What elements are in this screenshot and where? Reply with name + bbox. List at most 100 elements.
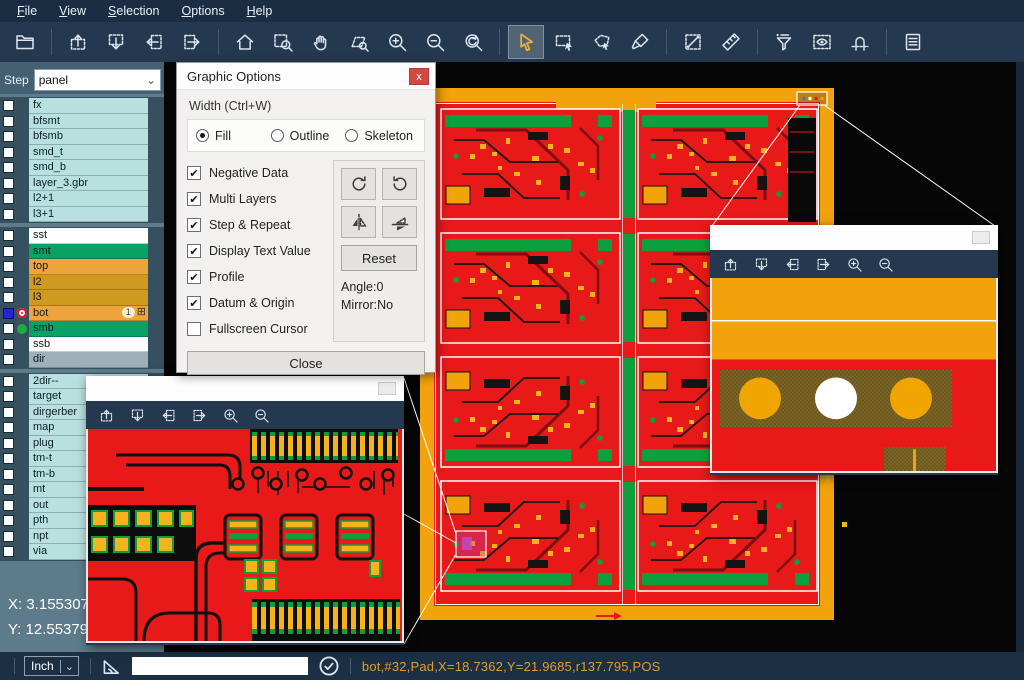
layer-visibility-checkbox[interactable]	[3, 422, 14, 433]
brush-button[interactable]	[623, 26, 657, 58]
popup-title-bar[interactable]	[86, 376, 404, 401]
layer-label[interactable]: bot1⊞	[29, 306, 148, 322]
popup-zoom-view[interactable]	[86, 429, 404, 643]
layer-label[interactable]: fx	[29, 98, 148, 114]
zoom-in-button[interactable]	[844, 253, 864, 275]
layer-visibility-checkbox[interactable]	[3, 469, 14, 480]
close-button[interactable]: Close	[187, 351, 425, 375]
grid-icon[interactable]: ⊞	[137, 307, 146, 318]
popup-title-bar[interactable]	[710, 225, 998, 250]
layer-visibility-checkbox[interactable]	[3, 147, 14, 158]
radio-outline[interactable]: Outline	[271, 129, 342, 143]
rotate-ccw-button[interactable]	[382, 168, 417, 200]
step-select[interactable]: panel ⌄	[34, 69, 161, 91]
layer-row-fx[interactable]: fx	[0, 98, 164, 114]
zoom-out-button[interactable]	[251, 404, 271, 426]
layer-visibility-checkbox[interactable]	[3, 308, 14, 319]
menu-file[interactable]: File	[6, 2, 48, 20]
select-polygon-button[interactable]	[585, 26, 619, 58]
snap-button[interactable]	[843, 26, 877, 58]
layer-row-bot[interactable]: bot1⊞	[0, 306, 164, 322]
measure-distance-button[interactable]	[676, 26, 710, 58]
layer-label[interactable]: l3	[29, 290, 148, 306]
ruler-button[interactable]	[714, 26, 748, 58]
checkbox-profile[interactable]: ✔Profile	[187, 264, 333, 290]
layer-visibility-checkbox[interactable]	[3, 323, 14, 334]
pan-right-button[interactable]	[189, 404, 209, 426]
select-rectangle-button[interactable]	[547, 26, 581, 58]
window-control-button[interactable]	[378, 382, 396, 395]
layer-label[interactable]: smd_t	[29, 145, 148, 161]
pan-hand-button[interactable]	[304, 26, 338, 58]
layer-row-ssb[interactable]: ssb	[0, 337, 164, 353]
checkbox-box[interactable]: ✔	[187, 192, 201, 206]
layer-label[interactable]: l3+1	[29, 207, 148, 223]
popup-zoom-view[interactable]	[710, 278, 998, 473]
layer-visibility-checkbox[interactable]	[3, 453, 14, 464]
checkbox-fullscreen-cursor[interactable]: Fullscreen Cursor	[187, 316, 333, 342]
checkbox-datum-origin[interactable]: ✔Datum & Origin	[187, 290, 333, 316]
layer-row-smd_t[interactable]: smd_t	[0, 145, 164, 161]
layer-visibility-checkbox[interactable]	[3, 178, 14, 189]
layer-row-top[interactable]: top	[0, 259, 164, 275]
rotate-cw-button[interactable]	[341, 168, 376, 200]
layer-row-l2[interactable]: l2	[0, 275, 164, 291]
pan-up-button[interactable]	[61, 26, 95, 58]
layer-row-dir[interactable]: dir	[0, 352, 164, 368]
layer-label[interactable]: sst	[29, 228, 148, 244]
checkbox-multi-layers[interactable]: ✔Multi Layers	[187, 186, 333, 212]
checkbox-box[interactable]	[187, 322, 201, 336]
layer-visibility-checkbox[interactable]	[3, 531, 14, 542]
command-input[interactable]	[132, 657, 308, 675]
layer-visibility-checkbox[interactable]	[3, 292, 14, 303]
layer-label[interactable]: bfsmt	[29, 114, 148, 130]
checkbox-negative-data[interactable]: ✔Negative Data	[187, 160, 333, 186]
layer-visibility-checkbox[interactable]	[3, 277, 14, 288]
filter-button[interactable]	[767, 26, 801, 58]
home-button[interactable]	[228, 26, 262, 58]
menu-view[interactable]: View	[48, 2, 97, 20]
mirror-horizontal-button[interactable]	[341, 206, 376, 238]
layer-visibility-checkbox[interactable]	[3, 339, 14, 350]
pan-down-button[interactable]	[751, 253, 771, 275]
layer-visibility-checkbox[interactable]	[3, 515, 14, 526]
layer-visibility-checkbox[interactable]	[3, 484, 14, 495]
layer-label[interactable]: l2	[29, 275, 148, 291]
checkbox-display-text-value[interactable]: ✔Display Text Value	[187, 238, 333, 264]
layer-row-bfsmt[interactable]: bfsmt	[0, 114, 164, 130]
layer-row-sst[interactable]: sst	[0, 228, 164, 244]
layer-label[interactable]: bfsmb	[29, 129, 148, 145]
pan-down-button[interactable]	[99, 26, 133, 58]
layer-label[interactable]: smd_b	[29, 160, 148, 176]
unit-select[interactable]: Inch ⌄	[24, 656, 79, 676]
layer-label[interactable]: layer_3.gbr	[29, 176, 148, 192]
apply-check-icon[interactable]	[318, 655, 340, 677]
checkbox-box[interactable]: ✔	[187, 218, 201, 232]
zoom-polygon-button[interactable]	[342, 26, 376, 58]
pan-up-button[interactable]	[720, 253, 740, 275]
radio-circle[interactable]	[271, 129, 284, 142]
layer-label[interactable]: dir	[29, 352, 148, 368]
pan-up-button[interactable]	[96, 404, 116, 426]
radio-skeleton[interactable]: Skeleton	[345, 129, 416, 143]
layer-visibility-checkbox[interactable]	[3, 438, 14, 449]
layer-row-smb[interactable]: smb	[0, 321, 164, 337]
checkbox-box[interactable]: ✔	[187, 244, 201, 258]
layer-label[interactable]: l2+1	[29, 191, 148, 207]
layer-visibility-checkbox[interactable]	[3, 354, 14, 365]
menu-help[interactable]: Help	[236, 2, 284, 20]
layer-row-l3+1[interactable]: l3+1	[0, 207, 164, 223]
layer-visibility-checkbox[interactable]	[3, 230, 14, 241]
pan-left-button[interactable]	[137, 26, 171, 58]
menu-options[interactable]: Options	[170, 2, 235, 20]
folder-open-button[interactable]	[8, 26, 42, 58]
layer-visibility-checkbox[interactable]	[3, 209, 14, 220]
zoom-in-button[interactable]	[220, 404, 240, 426]
layer-visibility-checkbox[interactable]	[3, 131, 14, 142]
radio-fill[interactable]: Fill	[196, 129, 267, 143]
zoom-window-button[interactable]	[266, 26, 300, 58]
layer-row-l2+1[interactable]: l2+1	[0, 191, 164, 207]
zoom-out-button[interactable]	[418, 26, 452, 58]
checkbox-box[interactable]: ✔	[187, 270, 201, 284]
pan-right-button[interactable]	[175, 26, 209, 58]
